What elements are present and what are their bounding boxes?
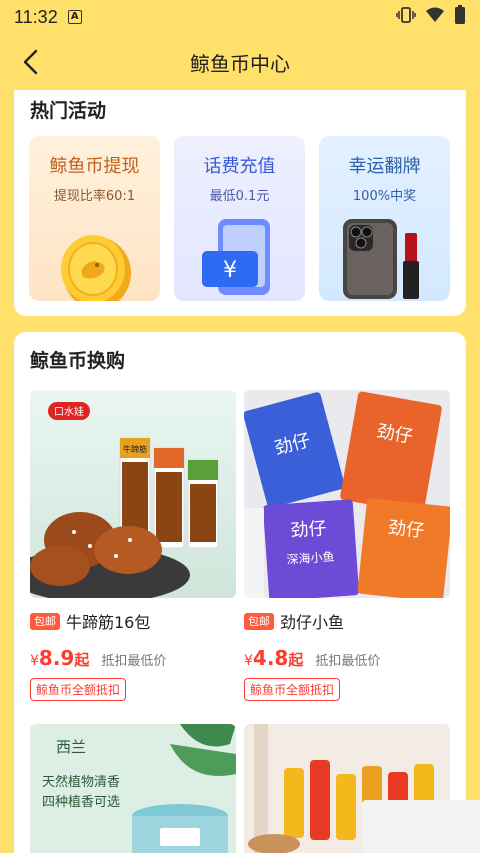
product-image: 口水娃 牛蹄筋 [30,390,236,598]
phone-payment-icon: ¥ [202,219,270,295]
product-image-line1: 天然植物清香 [42,774,120,790]
product-image-sub: 牛蹄筋 [123,444,147,454]
hot-activities-section: 热门活动 鲸鱼币提现 提现比率60:1 话费充值 最低0.1元 ¥ 幸运翻牌 1… [14,90,466,316]
price-suffix: 起 [74,651,90,669]
product-price: 4.8 [252,646,289,670]
activity-withdraw[interactable]: 鲸鱼币提现 提现比率60:1 [29,136,160,301]
price-currency: ¥ [30,653,39,669]
svg-text:¥: ¥ [223,258,237,283]
notification-icon: A [67,10,82,24]
coin-deduct-tag: 鲸鱼币全额抵扣 [244,678,341,701]
price-suffix: 起 [288,651,304,669]
activity-phone-recharge[interactable]: 话费充值 最低0.1元 ¥ [174,136,305,301]
vibrate-icon [396,6,416,29]
activity-withdraw-subtitle: 提现比率60:1 [53,189,136,204]
activity-flip-title: 幸运翻牌 [348,156,421,177]
price-note: 抵扣最低价 [101,654,167,669]
product-image-line2: 四种植香可选 [42,795,120,810]
product-image: 劲仔 劲仔 劲仔 深海小鱼 劲仔 [244,390,450,598]
product-price: 8.9 [38,646,75,670]
activity-flip-subtitle: 100%中奖 [352,189,417,204]
product-image-brand: 西兰 [56,738,86,756]
product-card[interactable]: 西兰 天然植物清香 四种植香可选 [30,724,236,853]
free-shipping-tag: 包邮 [30,612,60,630]
product-name: 劲仔小鱼 [280,613,345,632]
price-currency: ¥ [244,653,253,669]
gold-coin-icon [61,235,131,301]
product-card[interactable]: 口水娃 牛蹄筋 包邮 牛蹄筋16包 ¥ 8.9 起 抵扣最低价 鲸鱼币全额抵扣 [30,390,236,701]
price-note: 抵扣最低价 [315,654,381,669]
coin-exchange-section: 鲸鱼币换购 口水娃 牛蹄筋 包邮 牛蹄筋16包 ¥ 8.9 起 抵扣最低价 鲸鱼… [14,332,466,853]
back-arrow-icon [23,49,38,75]
activity-withdraw-title: 鲸鱼币提现 [49,156,140,177]
status-bar: 11:32 A [0,0,480,34]
wifi-icon [426,7,444,28]
free-shipping-tag: 包邮 [244,612,274,630]
activity-recharge-subtitle: 最低0.1元 [209,189,270,204]
activity-recharge-title: 话费充值 [203,156,276,177]
svg-text:劲仔: 劲仔 [387,517,425,542]
back-button[interactable] [14,46,46,78]
activity-lucky-flip[interactable]: 幸运翻牌 100%中奖 [319,136,450,301]
coin-deduct-tag: 鲸鱼币全额抵扣 [30,678,127,701]
svg-text:劲仔: 劲仔 [290,518,327,541]
status-time: 11:32 [14,6,58,27]
section-title-shop: 鲸鱼币换购 [30,350,126,372]
product-card[interactable]: 劲仔 劲仔 劲仔 深海小鱼 劲仔 包邮 劲仔小鱼 ¥ 4.8 起 抵扣最低价 鲸鱼… [244,390,450,701]
section-title-activities: 热门活动 [30,100,107,122]
product-image-brand: 口水娃 [54,405,84,418]
battery-icon [454,4,466,30]
prize-phone-icon [343,219,419,299]
nav-bar: 鲸鱼币中心 [0,34,480,90]
product-name: 牛蹄筋16包 [66,613,151,632]
floating-panel [362,800,480,853]
page-title: 鲸鱼币中心 [190,51,290,76]
product-image: 西兰 天然植物清香 四种植香可选 [30,724,236,853]
